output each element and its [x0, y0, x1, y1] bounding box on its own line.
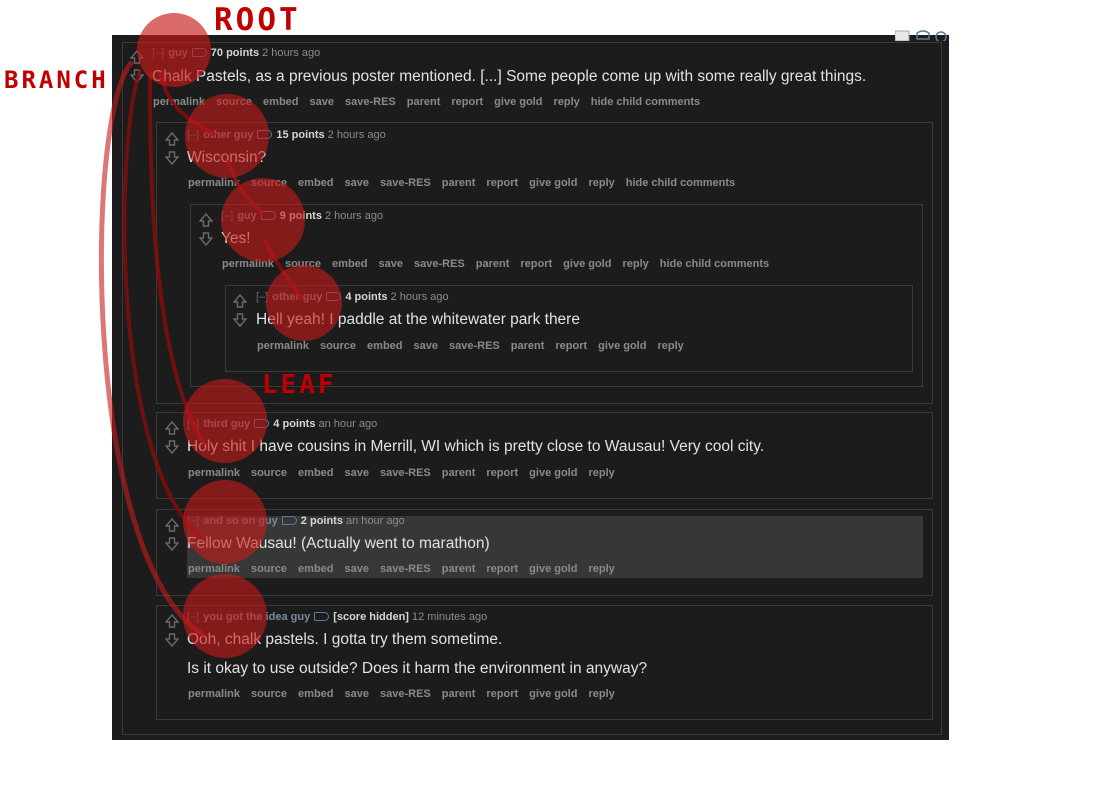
root-label: ROOT: [214, 2, 301, 38]
node-circle-guy: [221, 178, 305, 262]
leaf-label: LEAF: [262, 370, 337, 400]
node-circle-other-guy: [185, 94, 269, 178]
branch-label: BRANCH: [4, 66, 109, 94]
node-circle-you-got-the-idea-guy: [183, 574, 267, 658]
root-node-circle: [137, 13, 211, 87]
node-circle-third-guy: [183, 379, 267, 463]
annotation-overlay: [98, 13, 342, 658]
leaf-node-circle: [266, 265, 342, 341]
node-circle-and-so-on-guy: [183, 480, 267, 564]
